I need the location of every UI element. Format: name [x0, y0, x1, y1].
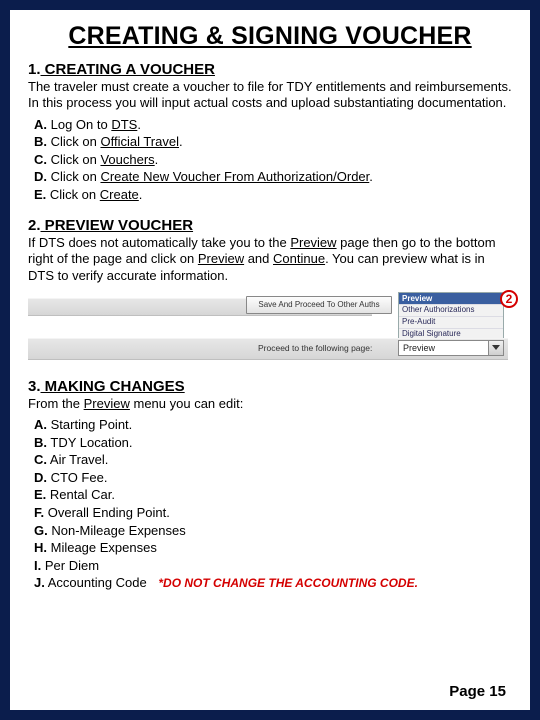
list-item: D. CTO Fee. [34, 469, 512, 487]
dropdown-value: Preview [403, 343, 435, 353]
nav-panel-row[interactable]: Pre-Audit [399, 316, 503, 328]
section-2-heading: 2. PREVIEW VOUCHER [28, 217, 512, 234]
chevron-down-icon [492, 345, 500, 350]
section-3-list: A. Starting Point. B. TDY Location. C. A… [34, 416, 512, 591]
proceed-label: Proceed to the following page: [258, 343, 372, 353]
section-1-heading: 1. CREATING A VOUCHER [28, 61, 512, 78]
step-e: E. Click on Create. [34, 186, 512, 204]
section-3-intro: From the Preview menu you can edit: [28, 396, 512, 412]
section-1-number: 1. [28, 61, 41, 78]
list-item: G. Non-Mileage Expenses [34, 522, 512, 540]
save-proceed-button[interactable]: Save And Proceed To Other Auths [246, 296, 392, 314]
embedded-ui-screenshot: Save And Proceed To Other Auths Preview … [28, 292, 512, 370]
step-a: A. Log On to DTS. [34, 116, 512, 134]
list-item: F. Overall Ending Point. [34, 504, 512, 522]
list-item-accounting: J. Accounting Code *DO NOT CHANGE THE AC… [34, 574, 512, 592]
section-2-paragraph: If DTS does not automatically take you t… [28, 235, 512, 284]
document-page: CREATING & SIGNING VOUCHER 1. CREATING A… [0, 0, 540, 720]
list-item: E. Rental Car. [34, 486, 512, 504]
section-3-number: 3. [28, 378, 41, 395]
nav-panel: Preview Other Authorizations Pre-Audit D… [398, 292, 504, 340]
list-item: A. Starting Point. [34, 416, 512, 434]
warning-text: *DO NOT CHANGE THE ACCOUNTING CODE. [158, 576, 418, 590]
list-item: B. TDY Location. [34, 434, 512, 452]
step-c: C. Click on Vouchers. [34, 151, 512, 169]
list-item: I. Per Diem [34, 557, 512, 575]
step-b: B. Click on Official Travel. [34, 133, 512, 151]
page-title: CREATING & SIGNING VOUCHER [28, 22, 512, 51]
list-item: C. Air Travel. [34, 451, 512, 469]
page-number: Page 15 [449, 683, 506, 700]
section-1-title: CREATING A VOUCHER [41, 61, 215, 78]
step-d: D. Click on Create New Voucher From Auth… [34, 168, 512, 186]
section-3-heading: 3. MAKING CHANGES [28, 378, 512, 395]
nav-panel-row[interactable]: Other Authorizations [399, 304, 503, 316]
page-dropdown[interactable]: Preview [398, 340, 504, 356]
section-2-number: 2. [28, 217, 41, 234]
section-2-title: PREVIEW VOUCHER [41, 217, 194, 234]
list-item: H. Mileage Expenses [34, 539, 512, 557]
section-1-paragraph: The traveler must create a voucher to fi… [28, 79, 512, 112]
nav-panel-header[interactable]: Preview [399, 293, 503, 304]
section-1-steps: A. Log On to DTS. B. Click on Official T… [34, 116, 512, 204]
callout-badge: 2 [500, 290, 518, 308]
section-3-title: MAKING CHANGES [41, 378, 185, 395]
